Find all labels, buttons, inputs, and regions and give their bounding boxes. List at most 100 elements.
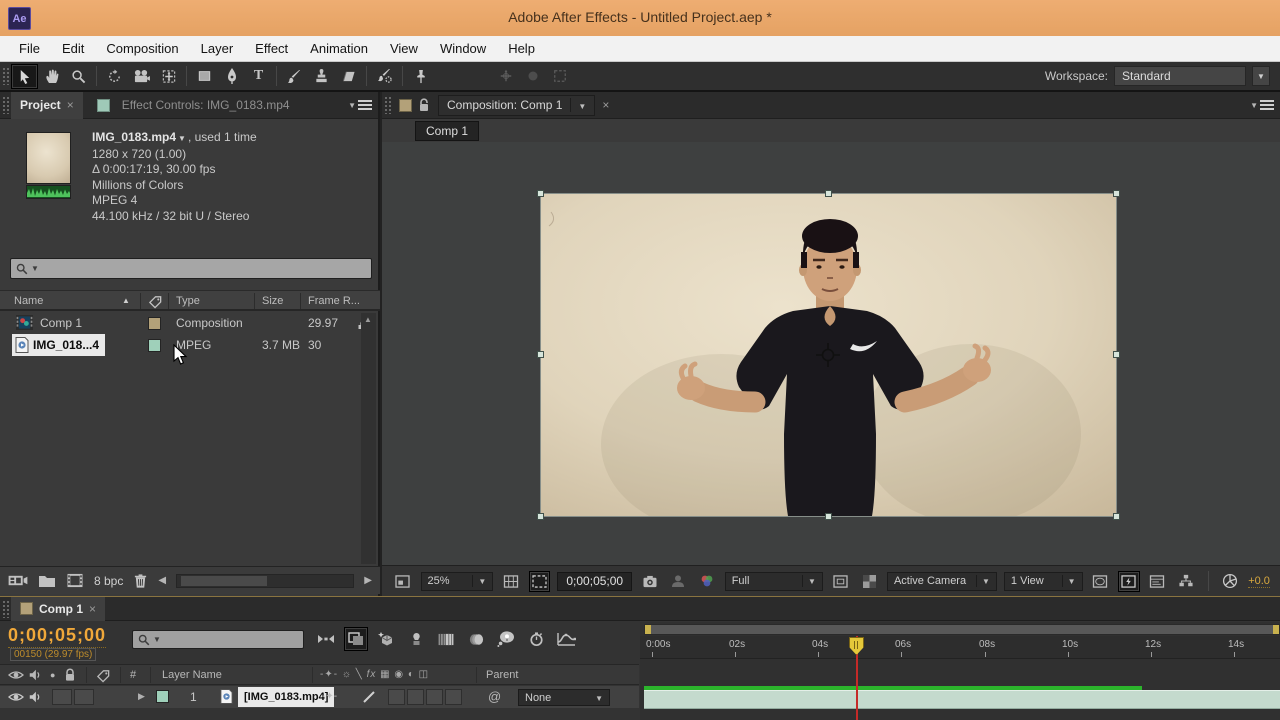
selection-handle[interactable] [825,513,832,520]
col-name[interactable]: Name [14,295,43,307]
project-horizontal-scrollbar[interactable] [176,573,355,588]
solo-toggle[interactable] [52,689,72,705]
label-color-swatch[interactable] [148,317,161,330]
label-column-icon[interactable] [96,668,111,683]
layer-row[interactable]: 1 [IMG_0183.mp4] -✦- @ None [0,686,639,708]
workspace-select[interactable]: Standard [1114,66,1246,86]
selection-handle[interactable] [1113,513,1120,520]
show-snapshot-icon[interactable] [668,571,690,592]
camera-tool[interactable] [128,64,155,89]
timeline-search-input[interactable] [132,630,304,649]
threed-toggle[interactable] [445,689,462,705]
panel-menu-icon[interactable] [348,100,372,110]
bit-depth-button[interactable]: 8 bpc [94,574,123,588]
layer-label-swatch[interactable] [156,690,169,703]
scroll-right-icon[interactable] [364,575,372,586]
selected-item[interactable]: IMG_018...4 [12,334,106,356]
menu-effect[interactable]: Effect [244,41,299,56]
timeline-grip[interactable] [2,599,9,618]
video-frame[interactable] [537,190,1120,520]
workspace-dropdown-icon[interactable] [1252,66,1270,86]
search-options-icon[interactable] [31,264,39,273]
project-vertical-scrollbar[interactable] [361,313,376,564]
audio-column-icon[interactable] [28,668,42,682]
table-row[interactable]: IMG_018...4 MPEG 3.7 MB 30 [0,334,380,356]
scroll-left-icon[interactable]: ◀ [158,575,166,586]
motion-blur-toggle[interactable] [426,689,443,705]
channels-icon[interactable] [696,571,718,592]
magnification-dropdown[interactable]: 25% [420,571,494,591]
comp-timecode[interactable]: 0;00;05;00 [557,571,633,591]
comp-breadcrumb[interactable]: Comp 1 [415,121,480,141]
tab-timeline-comp1[interactable]: Comp 1 [11,596,106,621]
work-area-start-marker[interactable] [645,625,651,634]
menu-animation[interactable]: Animation [299,41,379,56]
world-axis-mode-icon[interactable] [519,64,546,89]
work-area-bar[interactable] [644,624,1280,635]
rotation-tool[interactable] [101,64,128,89]
transparency-grid-icon[interactable] [858,571,880,592]
close-icon[interactable] [602,98,609,112]
selection-handle[interactable] [1113,351,1120,358]
effects-toggle[interactable] [388,689,405,705]
selection-handle[interactable] [537,190,544,197]
lock-column-icon[interactable] [64,668,76,682]
menu-edit[interactable]: Edit [51,41,95,56]
layer-name-column[interactable]: Layer Name [162,669,222,681]
layer-video-icon[interactable] [8,691,24,703]
parent-dropdown[interactable]: None [518,689,610,706]
shy-toggle[interactable]: -✦- [322,691,337,702]
solo-column-icon[interactable] [50,670,55,680]
shy-layers-button[interactable] [344,627,368,651]
menu-file[interactable]: File [8,41,51,56]
layer-audio-icon[interactable] [28,690,42,704]
lock-icon[interactable] [418,98,430,112]
pan-behind-tool[interactable] [155,64,182,89]
footage-name[interactable]: IMG_0183.mp4 [92,130,176,144]
close-icon[interactable] [89,602,96,616]
col-size[interactable]: Size [262,295,283,307]
timeline-button[interactable] [1147,571,1169,592]
exposure-value[interactable]: +0.0 [1248,575,1270,588]
col-type[interactable]: Type [176,295,200,307]
work-area-end-marker[interactable] [1273,625,1279,634]
video-column-icon[interactable] [8,669,24,681]
grid-guides-icon[interactable] [500,571,522,592]
layer-duration-bar[interactable] [644,690,1280,709]
puppet-pin-tool[interactable] [407,64,434,89]
index-column[interactable]: # [130,669,136,681]
menu-view[interactable]: View [379,41,429,56]
menu-window[interactable]: Window [429,41,497,56]
always-preview-icon[interactable] [392,571,414,592]
selection-handle[interactable] [1113,190,1120,197]
tab-project[interactable]: Project [11,91,83,119]
table-row[interactable]: Comp 1 Composition 29.97 [0,312,380,334]
target-region-icon[interactable] [830,571,852,592]
parent-pickwhip-icon[interactable]: @ [488,689,501,704]
comp-mini-flowchart-button[interactable] [314,627,338,651]
type-tool[interactable]: T [245,64,272,89]
search-options-icon[interactable] [153,635,161,644]
menu-help[interactable]: Help [497,41,546,56]
label-color-swatch[interactable] [148,339,161,352]
roto-brush-tool[interactable] [371,64,398,89]
selection-handle[interactable] [537,351,544,358]
fast-previews-icon[interactable] [1118,570,1140,592]
eraser-tool[interactable] [335,64,362,89]
tab-composition[interactable]: Composition: Comp 1 [438,94,596,116]
auto-keyframe-button[interactable] [524,627,548,651]
current-timecode[interactable]: 0;00;05;00 [8,625,107,648]
pen-tool[interactable] [218,64,245,89]
close-icon[interactable] [67,98,74,112]
panel-menu-icon[interactable] [1250,100,1274,110]
mask-visibility-icon[interactable] [1090,571,1112,592]
label-column-icon[interactable] [148,294,163,309]
menu-composition[interactable]: Composition [95,41,189,56]
graph-editor-button[interactable] [554,627,578,651]
zoom-tool[interactable] [65,64,92,89]
adjustment-blur-button[interactable] [464,627,488,651]
selection-handle[interactable] [825,190,832,197]
project-search-input[interactable] [10,258,372,279]
tab-effect-controls[interactable]: Effect Controls: IMG_0183.mp4 [122,98,290,112]
rectangle-tool[interactable] [191,64,218,89]
